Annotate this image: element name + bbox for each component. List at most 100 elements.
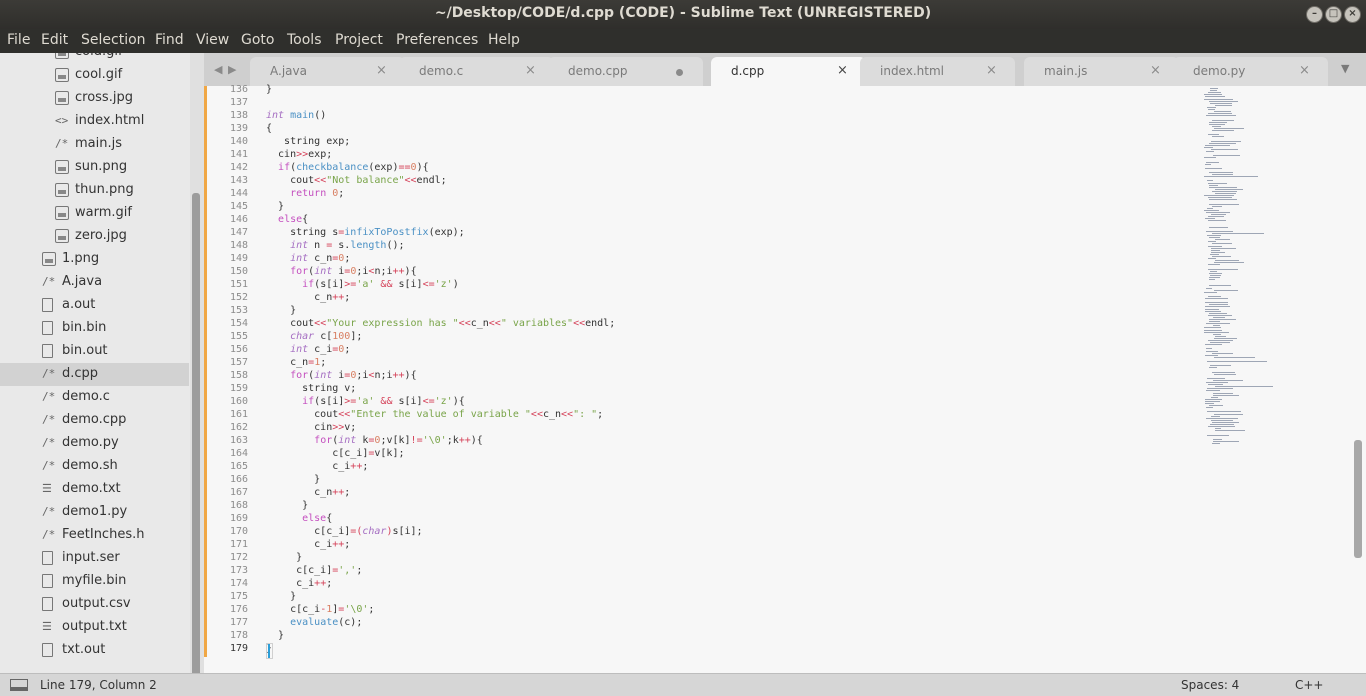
code-line[interactable]: } [266,500,308,511]
code-line[interactable]: c_i++; [266,578,332,589]
sidebar-item-cross-jpg[interactable]: cross.jpg [0,87,189,110]
sidebar-item-demo1-py[interactable]: /* demo1.py [0,501,189,524]
tab-close-icon[interactable]: × [376,63,387,78]
code-line[interactable]: c_n++; [266,487,350,498]
tab-close-icon[interactable]: × [1299,63,1310,78]
sidebar-item-thun-png[interactable]: thun.png [0,179,189,202]
sidebar-item-txt-out[interactable]: txt.out [0,639,189,662]
sidebar-item-output-txt[interactable]: ☰ output.txt [0,616,189,639]
sidebar-item-demo-cpp[interactable]: /* demo.cpp [0,409,189,432]
code-line[interactable]: for(int i=0;i<n;i++){ [266,266,417,277]
code-line[interactable]: } [266,630,284,641]
menu-project[interactable]: Project [335,32,383,48]
minimize-icon[interactable]: – [1306,6,1323,23]
tab-demo-cpp[interactable]: demo.cpp [548,57,703,86]
code-line[interactable]: c_i++; [266,539,350,550]
code-line[interactable]: for(int k=0;v[k]!='\0';k++){ [266,435,483,446]
menu-find[interactable]: Find [155,32,184,48]
sidebar-item-input-ser[interactable]: input.ser [0,547,189,570]
code-line[interactable]: for(int i=0;i<n;i++){ [266,370,417,381]
code-line[interactable]: cin>>v; [266,422,356,433]
code-line[interactable]: c_i++; [266,461,368,472]
code-line[interactable]: c[c_i]=','; [266,565,362,576]
code-line[interactable]: cout<<"Enter the value of variable "<<c_… [266,409,603,420]
code-line[interactable]: string exp; [266,136,350,147]
code-line[interactable]: int main() [266,110,326,121]
maximize-icon[interactable]: □ [1325,6,1342,23]
sidebar-scrollbar[interactable] [192,193,200,673]
sidebar-item-output-csv[interactable]: output.csv [0,593,189,616]
code-line[interactable]: int n = s.length(); [266,240,404,251]
tab-a-java[interactable]: A.java × [250,57,405,86]
code-line[interactable]: if(s[i]>='a' && s[i]<='z'){ [266,396,465,407]
code-line[interactable]: } [266,474,320,485]
tab-d-cpp[interactable]: d.cpp × [711,57,866,86]
sidebar-item-demo-py[interactable]: /* demo.py [0,432,189,455]
code-line[interactable]: } [266,84,272,95]
indentation-setting[interactable]: Spaces: 4 [1181,678,1239,692]
code-line[interactable]: else{ [266,513,332,524]
tab-next-icon[interactable]: ▶ [228,63,236,76]
code-line[interactable]: } [266,552,302,563]
code-line[interactable]: string v; [266,383,356,394]
code-line[interactable]: char c[100]; [266,331,362,342]
menu-edit[interactable]: Edit [41,32,68,48]
syntax-setting[interactable]: C++ [1295,678,1324,692]
menu-preferences[interactable]: Preferences [396,32,478,48]
code-line[interactable]: if(s[i]>='a' && s[i]<='z') [266,279,459,290]
tab-list-icon[interactable]: ▼ [1341,62,1349,75]
tab-close-icon[interactable]: × [986,63,997,78]
close-icon[interactable]: × [1344,6,1361,23]
panel-toggle-icon[interactable] [10,679,28,691]
code-line[interactable]: int c_n=0; [266,253,350,264]
code-line[interactable]: } [266,305,296,316]
code-line[interactable]: c_n++; [266,292,350,303]
code-line[interactable]: int c_i=0; [266,344,350,355]
sidebar-item-a-out[interactable]: a.out [0,294,189,317]
menu-help[interactable]: Help [488,32,520,48]
code-line[interactable]: } [266,591,296,602]
code-line[interactable]: evaluate(c); [266,617,362,628]
tab-close-icon[interactable]: × [525,63,536,78]
tab-prev-icon[interactable]: ◀ [214,63,222,76]
code-line[interactable]: return 0; [266,188,344,199]
sidebar-item-a-java[interactable]: /* A.java [0,271,189,294]
tab-demo-py[interactable]: demo.py × [1173,57,1328,86]
sidebar-item-index-html[interactable]: <> index.html [0,110,189,133]
editor-scrollbar[interactable] [1354,440,1362,558]
tab-index-html[interactable]: index.html × [860,57,1015,86]
menu-view[interactable]: View [196,32,229,48]
code-line[interactable]: { [266,123,272,134]
sidebar-item-demo-txt[interactable]: ☰ demo.txt [0,478,189,501]
sidebar-item-zero-jpg[interactable]: zero.jpg [0,225,189,248]
code-line[interactable]: string s=infixToPostfix(exp); [266,227,465,238]
code-line[interactable]: cout<<"Your expression has "<<c_n<<" var… [266,318,615,329]
code-line[interactable]: c[c_i-1]='\0'; [266,604,374,615]
code-line[interactable]: } [266,201,284,212]
code-line[interactable]: cin>>exp; [266,149,332,160]
menu-selection[interactable]: Selection [81,32,146,48]
sidebar-item-cool-gif[interactable]: cool.gif [0,64,189,87]
minimap[interactable] [1202,88,1277,448]
sidebar-item-bin-out[interactable]: bin.out [0,340,189,363]
code-line[interactable]: c_n=1; [266,357,326,368]
sidebar-item-d-cpp[interactable]: /* d.cpp [0,363,189,386]
menu-goto[interactable]: Goto [241,32,274,48]
sidebar-item-cold-gif[interactable]: cold.gif [0,53,189,64]
tab-close-icon[interactable]: × [837,63,848,78]
tab-main-js[interactable]: main.js × [1024,57,1179,86]
code-line[interactable]: else{ [266,214,308,225]
sidebar-item-demo-sh[interactable]: /* demo.sh [0,455,189,478]
code-line[interactable]: c[c_i]=v[k]; [266,448,404,459]
unsaved-dot-icon[interactable] [676,69,683,76]
menu-file[interactable]: File [7,32,30,48]
sidebar-item-myfile-bin[interactable]: myfile.bin [0,570,189,593]
sidebar-item-bin-bin[interactable]: bin.bin [0,317,189,340]
sidebar-item-feetinches-h[interactable]: /* FeetInches.h [0,524,189,547]
code-line[interactable]: cout<<"Not balance"<<endl; [266,175,447,186]
tab-demo-c[interactable]: demo.c × [399,57,554,86]
sidebar-item-1-png[interactable]: 1.png [0,248,189,271]
sidebar-item-demo-c[interactable]: /* demo.c [0,386,189,409]
menu-tools[interactable]: Tools [287,32,322,48]
tab-close-icon[interactable]: × [1150,63,1161,78]
